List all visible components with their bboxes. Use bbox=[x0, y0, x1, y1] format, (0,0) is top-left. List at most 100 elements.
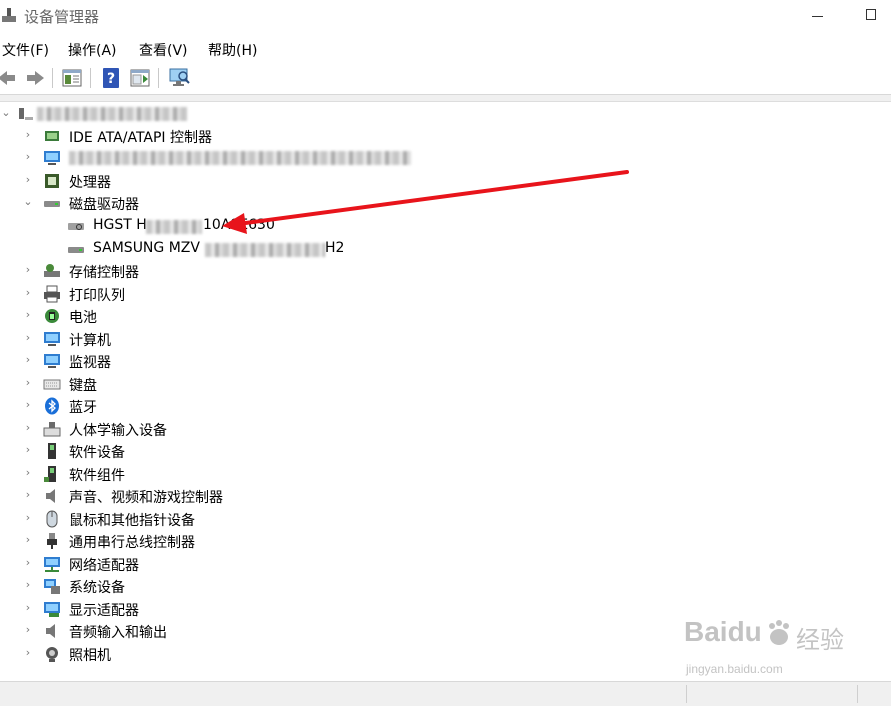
tree-item-samsung-disk[interactable]: SAMSUNG MZV H2 bbox=[0, 238, 891, 260]
speaker-icon bbox=[46, 489, 55, 503]
chevron-right-icon[interactable]: › bbox=[22, 264, 34, 276]
chevron-right-icon[interactable]: › bbox=[22, 444, 34, 456]
tree-item-disk-drives[interactable]: ⌄ 磁盘驱动器 bbox=[0, 192, 891, 214]
maximize-button[interactable] bbox=[866, 9, 876, 20]
help-icon[interactable]: ? bbox=[100, 67, 122, 89]
disk-name-suffix: H2 bbox=[325, 240, 345, 256]
tree-root[interactable]: ⌄ bbox=[0, 103, 891, 125]
tree-item-audio-io[interactable]: › 音频输入和输出 bbox=[0, 620, 891, 642]
toolbar-separator bbox=[52, 68, 53, 88]
disk-drive-icon bbox=[44, 201, 60, 207]
category-label: 计算机 bbox=[69, 333, 111, 349]
action-pane-icon[interactable] bbox=[129, 67, 151, 89]
chevron-right-icon[interactable]: › bbox=[22, 422, 34, 434]
category-label: 通用串行总线控制器 bbox=[69, 535, 195, 551]
disk-icon bbox=[68, 247, 84, 253]
tree-item-hgst-disk[interactable]: HGST H 10A9E630 bbox=[0, 215, 891, 237]
category-label: IDE ATA/ATAPI 控制器 bbox=[69, 130, 213, 146]
tree-item-hid[interactable]: › 人体学输入设备 bbox=[0, 418, 891, 440]
disk-name-prefix: HGST H bbox=[93, 217, 147, 233]
category-label: 监视器 bbox=[69, 355, 111, 371]
ide-controller-icon bbox=[45, 131, 59, 141]
status-divider bbox=[686, 685, 687, 703]
forward-icon[interactable] bbox=[24, 67, 46, 89]
computer-icon bbox=[19, 108, 33, 120]
tree-item-keyboards[interactable]: › 键盘 bbox=[0, 373, 891, 395]
battery-icon bbox=[45, 309, 59, 323]
menu-action[interactable]: 操作(A) bbox=[68, 40, 117, 60]
tree-item-monitors[interactable]: › 监视器 bbox=[0, 350, 891, 372]
category-label: 音频输入和输出 bbox=[69, 625, 167, 641]
chevron-right-icon[interactable]: › bbox=[22, 602, 34, 614]
tree-item-mice[interactable]: › 鼠标和其他指针设备 bbox=[0, 508, 891, 530]
chevron-right-icon[interactable]: › bbox=[22, 129, 34, 141]
camera-icon bbox=[46, 647, 58, 662]
menu-help[interactable]: 帮助(H) bbox=[208, 40, 257, 60]
tree-item-computer[interactable]: › 计算机 bbox=[0, 328, 891, 350]
category-label: 显示适配器 bbox=[69, 603, 139, 619]
scan-hardware-icon[interactable] bbox=[168, 67, 190, 89]
chevron-right-icon[interactable]: › bbox=[22, 151, 34, 163]
chevron-right-icon[interactable]: › bbox=[22, 309, 34, 321]
chevron-right-icon[interactable]: › bbox=[22, 399, 34, 411]
toolbar: ? bbox=[0, 62, 891, 95]
chevron-right-icon[interactable]: › bbox=[22, 647, 34, 659]
category-label: 系统设备 bbox=[69, 580, 125, 596]
category-label: 声音、视频和游戏控制器 bbox=[69, 490, 223, 506]
chevron-right-icon[interactable]: › bbox=[22, 174, 34, 186]
properties-icon[interactable] bbox=[61, 67, 83, 89]
tree-item-software-components[interactable]: › 软件组件 bbox=[0, 463, 891, 485]
redacted-label bbox=[69, 151, 411, 165]
title-bar: 设备管理器 bbox=[0, 0, 891, 34]
tree-item-usb[interactable]: › 通用串行总线控制器 bbox=[0, 530, 891, 552]
menu-view[interactable]: 查看(V) bbox=[139, 40, 188, 60]
tree-item-display-adapters[interactable]: › 显示适配器 bbox=[0, 598, 891, 620]
back-icon[interactable] bbox=[0, 67, 18, 89]
tree-item-batteries[interactable]: › 电池 bbox=[0, 305, 891, 327]
tree-item-ide[interactable]: › IDE ATA/ATAPI 控制器 bbox=[0, 125, 891, 147]
menu-file[interactable]: 文件(F) bbox=[2, 40, 49, 60]
tree-item-storage-controllers[interactable]: › 存储控制器 bbox=[0, 260, 891, 282]
processor-icon bbox=[45, 174, 59, 188]
chevron-right-icon[interactable]: › bbox=[22, 624, 34, 636]
tree-item-network-adapters[interactable]: › 网络适配器 bbox=[0, 553, 891, 575]
chevron-down-icon[interactable]: ⌄ bbox=[22, 196, 34, 208]
tree-item-redacted[interactable]: › bbox=[0, 147, 891, 169]
chevron-right-icon[interactable]: › bbox=[22, 377, 34, 389]
category-label: 电池 bbox=[69, 310, 97, 326]
chevron-right-icon[interactable]: › bbox=[22, 579, 34, 591]
disk-name-prefix: SAMSUNG MZV bbox=[93, 240, 200, 256]
category-label: 键盘 bbox=[69, 378, 97, 394]
tree-item-software-devices[interactable]: › 软件设备 bbox=[0, 440, 891, 462]
chevron-right-icon[interactable]: › bbox=[22, 557, 34, 569]
chevron-right-icon[interactable]: › bbox=[22, 354, 34, 366]
tree-item-bluetooth[interactable]: › 蓝牙 bbox=[0, 395, 891, 417]
device-manager-icon bbox=[2, 8, 16, 22]
chevron-right-icon[interactable]: › bbox=[22, 332, 34, 344]
minimize-button[interactable] bbox=[812, 16, 823, 17]
computer-icon bbox=[44, 332, 60, 346]
bluetooth-icon bbox=[45, 397, 59, 415]
redacted-model bbox=[146, 220, 202, 234]
tree-item-processor[interactable]: › 处理器 bbox=[0, 170, 891, 192]
status-bar bbox=[0, 681, 891, 706]
category-label: 软件设备 bbox=[69, 445, 125, 461]
keyboard-icon bbox=[43, 379, 61, 390]
chevron-right-icon[interactable]: › bbox=[22, 467, 34, 479]
chevron-right-icon[interactable]: › bbox=[22, 512, 34, 524]
category-label: 存储控制器 bbox=[69, 265, 139, 281]
tree-item-print-queues[interactable]: › 打印队列 bbox=[0, 283, 891, 305]
svg-text:?: ? bbox=[107, 71, 115, 87]
category-label: 打印队列 bbox=[69, 288, 125, 304]
system-device-icon bbox=[44, 579, 60, 594]
tree-item-system-devices[interactable]: › 系统设备 bbox=[0, 575, 891, 597]
printer-icon bbox=[44, 285, 60, 303]
toolbar-separator bbox=[158, 68, 159, 88]
tree-item-cameras[interactable]: › 照相机 bbox=[0, 643, 891, 665]
tree-item-sound-video-game[interactable]: › 声音、视频和游戏控制器 bbox=[0, 485, 891, 507]
chevron-right-icon[interactable]: › bbox=[22, 287, 34, 299]
chevron-down-icon[interactable]: ⌄ bbox=[0, 107, 12, 119]
chevron-right-icon[interactable]: › bbox=[22, 534, 34, 546]
chevron-right-icon[interactable]: › bbox=[22, 489, 34, 501]
hid-icon bbox=[43, 422, 61, 437]
